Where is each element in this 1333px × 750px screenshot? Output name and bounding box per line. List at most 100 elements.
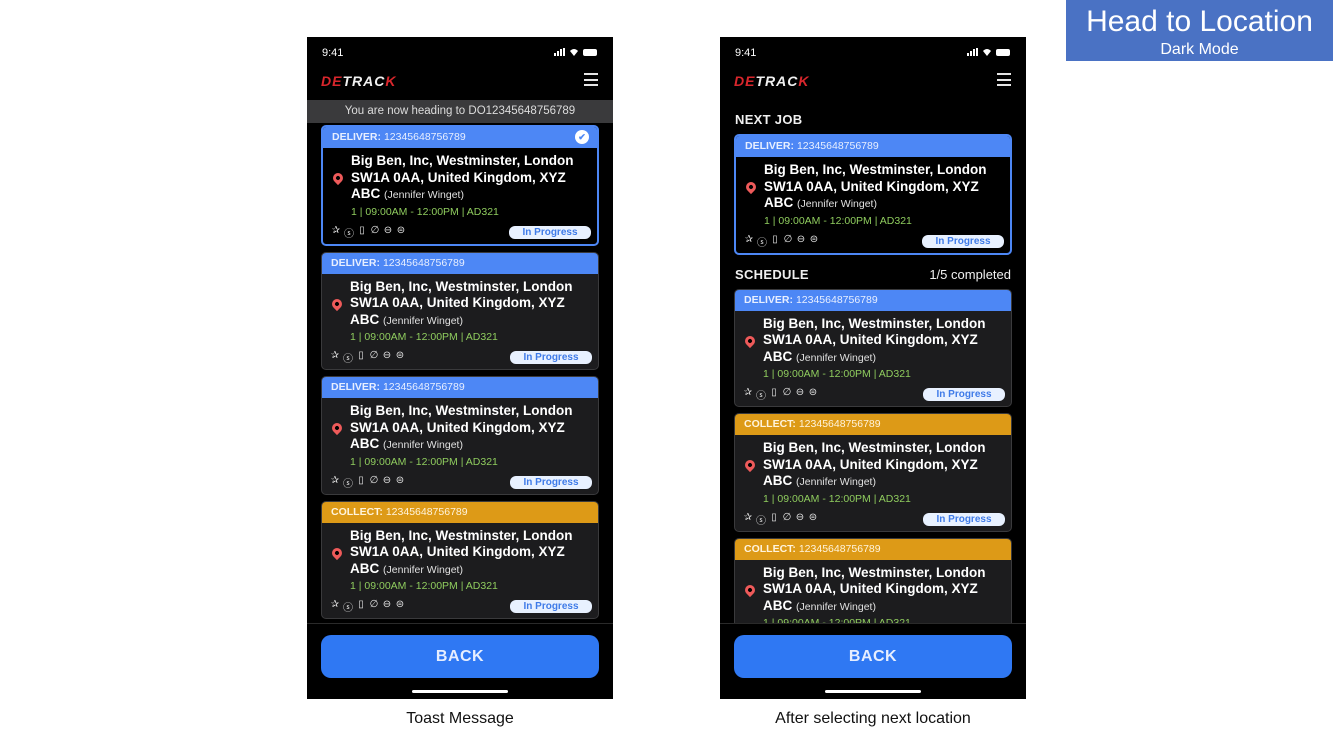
- job-type-header: COLLECT: 12345648756789: [322, 501, 598, 523]
- job-type: COLLECT:: [744, 542, 796, 555]
- chat-icon[interactable]: ⊖: [796, 234, 806, 249]
- job-card[interactable]: COLLECT: 12345648756789 Big Ben, Inc, We…: [734, 537, 1012, 623]
- slide-title-sub: Dark Mode: [1160, 41, 1239, 58]
- job-card[interactable]: DELIVER: 12345648756789 Big Ben, Inc, We…: [734, 288, 1012, 407]
- job-id: 12345648756789: [382, 381, 465, 393]
- job-type: DELIVER:: [331, 256, 381, 269]
- cash-icon[interactable]: ⓢ: [343, 599, 353, 614]
- slide-title: Head to Location Dark Mode: [1066, 0, 1333, 61]
- package-icon[interactable]: ⊜: [395, 599, 405, 614]
- back-button[interactable]: BACK: [321, 635, 599, 678]
- pin-icon[interactable]: ✰: [330, 350, 340, 365]
- chat-icon[interactable]: ⊖: [382, 599, 392, 614]
- attachment-icon[interactable]: ∅: [369, 599, 379, 614]
- phone-icon[interactable]: ▯: [769, 512, 779, 527]
- schedule-heading: SCHEDULE: [735, 266, 809, 282]
- app-header: DETRACK: [307, 69, 613, 99]
- phone-icon[interactable]: ▯: [770, 234, 780, 249]
- back-button[interactable]: BACK: [734, 635, 1012, 678]
- pin-icon[interactable]: ✰: [330, 599, 340, 614]
- job-contact: (Jennifer Winget): [383, 314, 463, 327]
- wifi-icon: [570, 49, 578, 56]
- job-id: 12345648756789: [795, 293, 878, 306]
- hamburger-menu-icon[interactable]: [997, 73, 1011, 86]
- job-contact: (Jennifer Winget): [797, 198, 877, 210]
- cash-icon[interactable]: ⓢ: [343, 475, 353, 490]
- job-card[interactable]: DELIVER: 12345648756789 Big Ben, Inc, We…: [321, 376, 599, 495]
- pin-icon[interactable]: ✰: [330, 475, 340, 490]
- status-badge: In Progress: [510, 351, 592, 364]
- job-type: DELIVER:: [332, 131, 382, 143]
- job-action-icons: ✰ ⓢ ▯ ∅ ⊖ ⊜: [744, 234, 819, 249]
- location-pin-icon: [329, 296, 345, 311]
- location-pin-icon: [742, 582, 758, 597]
- job-id: 12345648756789: [796, 140, 879, 152]
- job-list[interactable]: DELIVER: 12345648756789 ✔ Big Ben, Inc, …: [307, 125, 613, 623]
- pin-icon[interactable]: ✰: [743, 512, 753, 527]
- attachment-icon[interactable]: ∅: [370, 225, 380, 240]
- job-contact: (Jennifer Winget): [796, 476, 876, 488]
- cash-icon[interactable]: ⓢ: [757, 234, 767, 249]
- job-details: Big Ben, Inc, Westminster, London SW1A 0…: [735, 311, 1011, 387]
- job-card[interactable]: COLLECT: 12345648756789 Big Ben, Inc, We…: [321, 500, 599, 619]
- signal-icon: [967, 48, 978, 56]
- package-icon[interactable]: ⊜: [396, 225, 406, 240]
- phone-icon[interactable]: ▯: [356, 350, 366, 365]
- job-card[interactable]: COLLECT: 12345648756789 Big Ben, Inc, We…: [734, 413, 1012, 532]
- job-type-header: DELIVER: 12345648756789 ✔: [323, 127, 597, 148]
- bottom-bar: BACK: [307, 623, 613, 699]
- chat-icon[interactable]: ⊖: [383, 225, 393, 240]
- location-pin-icon: [329, 420, 345, 436]
- chat-icon[interactable]: ⊖: [382, 475, 392, 490]
- chat-icon[interactable]: ⊖: [795, 512, 805, 527]
- location-pin-icon: [742, 333, 758, 348]
- job-action-icons: ✰ ⓢ ▯ ∅ ⊖ ⊜: [743, 387, 818, 402]
- cash-icon[interactable]: ⓢ: [756, 512, 766, 527]
- job-type: DELIVER:: [331, 381, 381, 393]
- location-pin-icon: [329, 545, 345, 560]
- job-type: DELIVER:: [744, 293, 794, 306]
- package-icon[interactable]: ⊜: [395, 475, 405, 490]
- package-icon[interactable]: ⊜: [808, 387, 818, 402]
- hamburger-menu-icon[interactable]: [584, 73, 598, 86]
- package-icon[interactable]: ⊜: [809, 234, 819, 249]
- attachment-icon[interactable]: ∅: [782, 387, 792, 402]
- status-badge: In Progress: [923, 388, 1005, 401]
- home-indicator: [825, 690, 921, 693]
- detrack-logo: DETRACK: [321, 73, 397, 89]
- cash-icon[interactable]: ⓢ: [344, 225, 354, 240]
- job-contact: (Jennifer Winget): [796, 351, 876, 364]
- phone-icon[interactable]: ▯: [357, 225, 367, 240]
- job-card[interactable]: DELIVER: 12345648756789 Big Ben, Inc, We…: [734, 134, 1012, 255]
- location-pin-icon: [742, 457, 758, 473]
- job-details: Big Ben, Inc, Westminster, London SW1A 0…: [736, 157, 1010, 233]
- package-icon[interactable]: ⊜: [395, 350, 405, 365]
- wifi-icon: [983, 49, 991, 56]
- phone-icon[interactable]: ▯: [356, 599, 366, 614]
- job-card[interactable]: DELIVER: 12345648756789 Big Ben, Inc, We…: [321, 251, 599, 370]
- pin-icon[interactable]: ✰: [744, 234, 754, 249]
- pin-icon[interactable]: ✰: [743, 387, 753, 402]
- schedule-header: SCHEDULE 1/5 completed: [720, 261, 1026, 289]
- job-card[interactable]: DELIVER: 12345648756789 ✔ Big Ben, Inc, …: [321, 125, 599, 246]
- job-action-icons: ✰ ⓢ ▯ ∅ ⊖ ⊜: [330, 475, 405, 490]
- phone-icon[interactable]: ▯: [356, 475, 366, 490]
- job-details: Big Ben, Inc, Westminster, London SW1A 0…: [735, 560, 1011, 623]
- attachment-icon[interactable]: ∅: [369, 350, 379, 365]
- attachment-icon[interactable]: ∅: [782, 512, 792, 527]
- chat-icon[interactable]: ⊖: [382, 350, 392, 365]
- package-icon[interactable]: ⊜: [808, 512, 818, 527]
- pin-icon[interactable]: ✰: [331, 225, 341, 240]
- phone-icon[interactable]: ▯: [769, 387, 779, 402]
- job-type-header: DELIVER: 12345648756789: [322, 377, 598, 398]
- cash-icon[interactable]: ⓢ: [756, 387, 766, 402]
- job-list[interactable]: NEXT JOB DELIVER: 12345648756789 Big Ben…: [720, 101, 1026, 623]
- attachment-icon[interactable]: ∅: [783, 234, 793, 249]
- job-details: Big Ben, Inc, Westminster, London SW1A 0…: [322, 274, 598, 350]
- cash-icon[interactable]: ⓢ: [343, 350, 353, 365]
- chat-icon[interactable]: ⊖: [795, 387, 805, 402]
- attachment-icon[interactable]: ∅: [369, 475, 379, 490]
- job-meta: 1 | 09:00AM - 12:00PM | AD321: [350, 455, 498, 468]
- status-badge: In Progress: [510, 475, 592, 489]
- job-contact: (Jennifer Winget): [384, 189, 464, 201]
